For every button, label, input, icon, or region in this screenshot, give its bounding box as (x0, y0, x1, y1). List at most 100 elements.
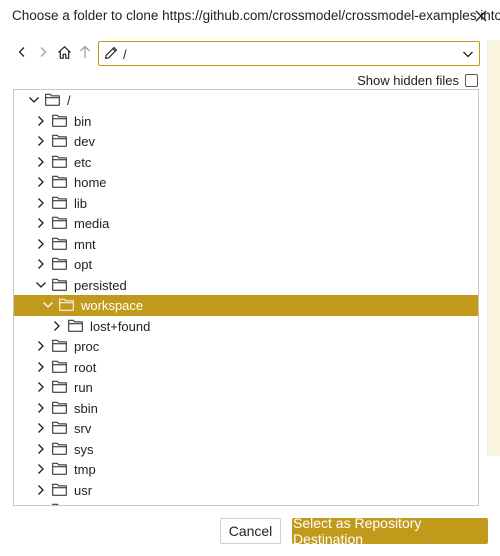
folder-tree[interactable]: / bin dev etc home lib media mnt opt persisted wor… (13, 89, 479, 506)
folder-icon (52, 380, 67, 393)
tree-item[interactable]: sys (14, 439, 478, 460)
tree-item-label: persisted (74, 277, 127, 293)
folder-icon (52, 114, 67, 127)
tree-item[interactable]: media (14, 213, 478, 234)
chevron-right-icon[interactable] (51, 320, 63, 332)
tree-item[interactable]: home (14, 172, 478, 193)
chevron-right-icon[interactable] (35, 217, 47, 229)
folder-icon (52, 196, 67, 209)
tree-item-label: sbin (74, 400, 98, 416)
tree-item[interactable]: srv (14, 418, 478, 439)
tree-item-label: lost+found (90, 318, 151, 334)
path-selector[interactable] (98, 41, 480, 66)
folder-icon (52, 442, 67, 455)
tree-item-label: sys (74, 441, 94, 457)
close-button[interactable] (470, 5, 492, 27)
chevron-right-icon[interactable] (35, 340, 47, 352)
tree-item-label: media (74, 216, 110, 231)
chevron-right-icon[interactable] (35, 156, 47, 168)
tree-item-label: etc (74, 154, 92, 170)
pencil-icon (104, 46, 118, 60)
folder-icon (52, 155, 67, 168)
folder-icon (45, 93, 60, 106)
side-scroll-strip (487, 40, 500, 456)
chevron-right-icon (40, 47, 47, 57)
chevron-right-icon[interactable] (35, 197, 47, 209)
tree-item-label: home (74, 175, 107, 190)
chevron-right-icon[interactable] (35, 176, 47, 188)
chevron-right-icon[interactable] (35, 443, 47, 455)
tree-item[interactable]: proc (14, 336, 478, 357)
tree-item-label: bin (74, 113, 92, 129)
folder-icon (52, 503, 59, 505)
folder-icon (52, 278, 67, 291)
chevron-right-icon[interactable] (35, 463, 47, 475)
tree-item-label: / (67, 93, 71, 108)
home-button[interactable] (54, 42, 74, 62)
chevron-right-icon[interactable] (35, 115, 47, 127)
dialog-footer: Cancel Select as Repository Destination (0, 508, 500, 556)
tree-item[interactable]: lib (14, 193, 478, 214)
tree-item-label: lib (74, 195, 88, 211)
navigation-bar (0, 38, 500, 68)
dialog-title: Choose a folder to clone https://github.… (12, 8, 500, 23)
folder-icon (52, 175, 67, 188)
show-hidden-files-option[interactable]: Show hidden files (357, 72, 478, 88)
tree-item[interactable]: var (14, 500, 478, 506)
folder-icon (52, 216, 67, 229)
tree-item[interactable]: run (14, 377, 478, 398)
tree-item[interactable]: bin (14, 111, 478, 132)
up-button[interactable] (75, 42, 95, 62)
tree-item-label: opt (74, 257, 93, 272)
tree-item-label: workspace (81, 298, 144, 313)
tree-item-label: srv (74, 421, 92, 436)
tree-item[interactable]: root (14, 357, 478, 378)
tree-item[interactable]: lost+found (14, 316, 478, 337)
chevron-right-icon[interactable] (35, 402, 47, 414)
chevron-down-icon[interactable] (35, 279, 47, 291)
show-hidden-files-checkbox[interactable] (465, 73, 478, 87)
tree-item-label: run (74, 380, 93, 395)
home-icon (57, 45, 71, 59)
folder-icon (68, 319, 83, 332)
chevron-right-icon[interactable] (35, 381, 47, 393)
tree-item[interactable]: / (14, 90, 478, 111)
chevron-right-icon[interactable] (35, 484, 47, 496)
folder-icon (52, 483, 67, 496)
tree-item[interactable]: tmp (14, 459, 478, 480)
tree-item[interactable]: dev (14, 131, 478, 152)
tree-item-label: dev (74, 134, 95, 149)
show-hidden-files-label: Show hidden files (357, 72, 459, 88)
tree-item[interactable]: mnt (14, 234, 478, 255)
select-destination-button[interactable]: Select as Repository Destination (292, 515, 488, 547)
chevron-right-icon[interactable] (35, 135, 47, 147)
tree-item-label: root (74, 359, 97, 375)
forward-button[interactable] (33, 42, 53, 62)
tree-item-label: mnt (74, 236, 96, 252)
tree-item[interactable]: usr (14, 480, 478, 501)
tree-item[interactable]: etc (14, 152, 478, 173)
chevron-down-icon[interactable] (42, 299, 54, 311)
clone-folder-dialog: Choose a folder to clone https://github.… (0, 0, 500, 556)
chevron-left-icon (18, 47, 25, 57)
path-input[interactable] (123, 45, 453, 63)
back-button[interactable] (12, 42, 32, 62)
chevron-right-icon[interactable] (35, 422, 47, 434)
dialog-titlebar: Choose a folder to clone https://github.… (0, 0, 500, 32)
cancel-button[interactable]: Cancel (220, 518, 281, 544)
chevron-right-icon[interactable] (35, 258, 47, 270)
tree-item[interactable]: sbin (14, 398, 478, 419)
tree-item[interactable]: opt (14, 254, 478, 275)
tree-item-label: usr (74, 482, 93, 498)
tree-item[interactable]: workspace (14, 295, 478, 316)
chevron-right-icon[interactable] (35, 361, 47, 373)
tree-item-label: var (74, 503, 92, 505)
folder-icon (59, 298, 74, 311)
chevron-down-icon[interactable] (461, 47, 475, 61)
close-icon (475, 10, 487, 22)
folder-icon (52, 401, 67, 414)
chevron-down-icon[interactable] (28, 94, 40, 106)
tree-item[interactable]: persisted (14, 275, 478, 296)
chevron-right-icon[interactable] (35, 504, 47, 506)
chevron-right-icon[interactable] (35, 238, 47, 250)
